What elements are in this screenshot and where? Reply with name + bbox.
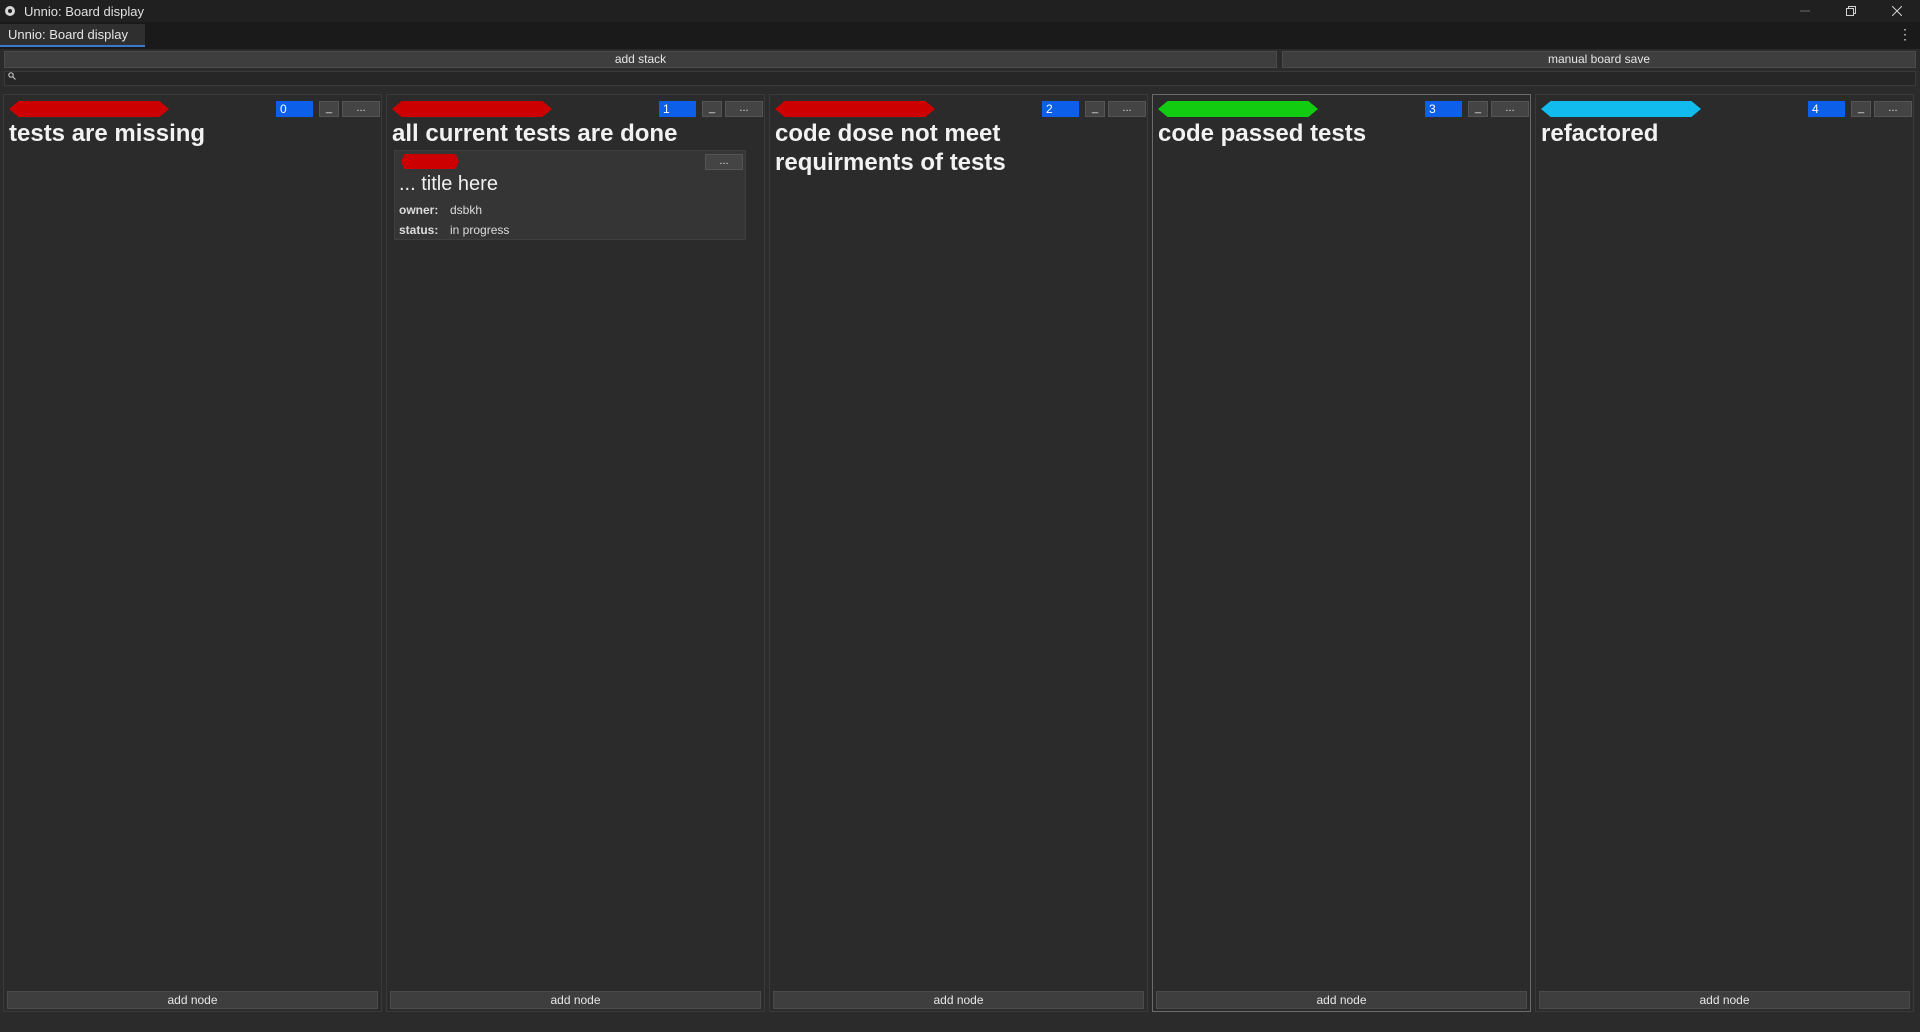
stack-color-tag [1158, 101, 1318, 117]
stack-code-dose-not-meet-requirments: 2 _ ... code dose not meet requirments o… [769, 94, 1148, 1012]
stack-title: code dose not meet requirments of tests [775, 120, 1006, 176]
stack-title: all current tests are done [392, 120, 678, 147]
stack-color-tag [392, 101, 552, 117]
stack-menu-button[interactable]: ... [725, 101, 763, 117]
manual-board-save-button[interactable]: manual board save [1282, 51, 1916, 68]
add-stack-button[interactable]: add stack [4, 51, 1277, 68]
minimize-icon [1800, 10, 1810, 12]
add-node-button[interactable]: add node [1156, 991, 1527, 1009]
stack-title: refactored [1541, 120, 1659, 147]
add-node-button[interactable]: add node [773, 991, 1144, 1009]
stack-title: tests are missing [9, 120, 206, 147]
stack-menu-button[interactable]: ... [1491, 101, 1529, 117]
window-title: Unnio: Board display [24, 3, 144, 19]
stack-index-badge: 0 [276, 101, 313, 117]
close-button[interactable] [1874, 0, 1920, 22]
node-menu-button[interactable]: ... [705, 154, 743, 170]
stack-menu-button[interactable]: ... [1874, 101, 1912, 117]
stack-index-badge: 3 [1425, 101, 1462, 117]
status-label: status: [399, 223, 439, 237]
add-node-button[interactable]: add node [1539, 991, 1910, 1009]
stack-index-badge: 1 [659, 101, 696, 117]
owner-value: dsbkh [450, 203, 483, 217]
tab-strip: Unnio: Board display ⋮ [0, 22, 1920, 49]
minimize-stack-button[interactable]: _ [1468, 101, 1488, 117]
more-options-icon[interactable]: ⋮ [1898, 26, 1912, 43]
minimize-stack-button[interactable]: _ [319, 101, 339, 117]
search-icon [8, 72, 16, 82]
stack-refactored: 4 _ ... refactored add node [1535, 94, 1914, 1012]
stack-color-tag [1541, 101, 1701, 117]
stack-color-tag [9, 101, 169, 117]
stack-all-current-tests-are-done: 1 _ ... all current tests are done ... .… [386, 94, 765, 1012]
minimize-stack-button[interactable]: _ [1851, 101, 1871, 117]
stack-index-badge: 4 [1808, 101, 1845, 117]
stack-index-badge: 2 [1042, 101, 1079, 117]
node-color-tag [401, 154, 459, 169]
stack-title: code passed tests [1158, 120, 1367, 147]
stack-tests-are-missing: 0 _ ... tests are missing add node [3, 94, 382, 1012]
owner-label: owner: [399, 203, 439, 217]
stack-code-passed-tests: 3 _ ... code passed tests add node [1152, 94, 1531, 1012]
add-node-button[interactable]: add node [7, 991, 378, 1009]
app-logo-icon [4, 4, 18, 18]
node-owner-row: owner: dsbkh [399, 203, 482, 217]
stack-menu-button[interactable]: ... [1108, 101, 1146, 117]
status-value: in progress [450, 223, 510, 237]
close-icon [1892, 6, 1902, 16]
restore-icon [1846, 6, 1856, 16]
minimize-stack-button[interactable]: _ [1085, 101, 1105, 117]
tab-board-display[interactable]: Unnio: Board display [0, 24, 145, 47]
toolbar: add stack manual board save [4, 51, 1916, 68]
window-title-bar: Unnio: Board display [0, 0, 1920, 22]
minimize-stack-button[interactable]: _ [702, 101, 722, 117]
search-input[interactable] [4, 71, 1916, 86]
node-card[interactable]: ... ... title here owner: dsbkh status: in… [394, 150, 746, 240]
stack-color-tag [775, 101, 935, 117]
node-title: ... title here [399, 173, 498, 195]
node-status-row: status: in progress [399, 223, 509, 237]
add-node-button[interactable]: add node [390, 991, 761, 1009]
minimize-button[interactable] [1782, 0, 1828, 22]
restore-button[interactable] [1828, 0, 1874, 22]
stack-menu-button[interactable]: ... [342, 101, 380, 117]
